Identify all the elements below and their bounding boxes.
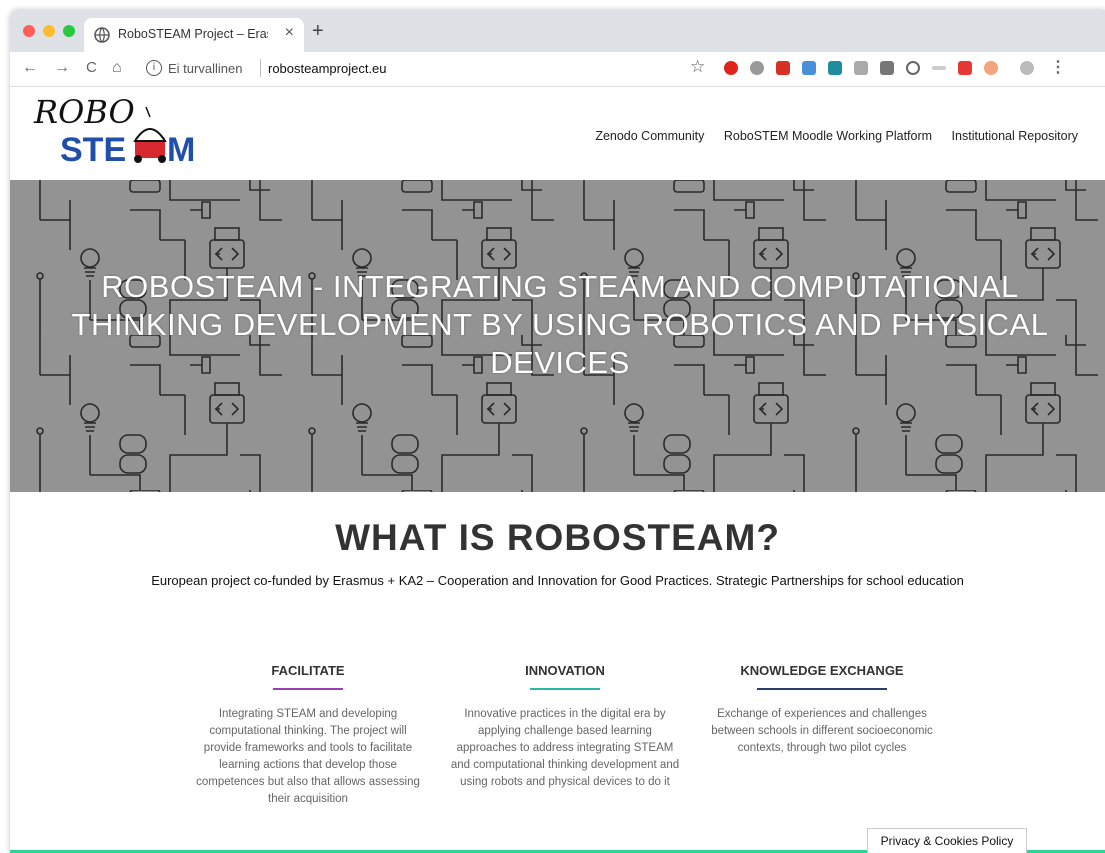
browser-toolbar: ← → C ⌂ i Ei turvallinen robosteamprojec…	[10, 52, 1105, 87]
back-button[interactable]: ←	[22, 59, 38, 77]
section-subtitle: European project co-funded by Erasmus + …	[151, 573, 964, 588]
close-window-button[interactable]	[23, 25, 35, 37]
feature-text: Integrating STEAM and developing computa…	[196, 708, 420, 805]
feature-column-innovation: INNOVATION Innovative practices in the d…	[450, 663, 680, 791]
forward-button[interactable]: →	[54, 59, 70, 77]
extension-icon[interactable]	[906, 61, 920, 75]
feature-title: FACILITATE	[271, 663, 345, 678]
web-page: ROBO STE M Zenodo Community RoboSTEM Moo…	[10, 87, 1105, 853]
address-bar[interactable]: i Ei turvallinen robosteamproject.eu	[140, 57, 695, 81]
tab-bar: RoboSTEAM Project – Erasmus+ × +	[10, 10, 1105, 52]
browser-tab[interactable]: RoboSTEAM Project – Erasmus+ ×	[84, 18, 304, 52]
feature-text: Innovative practices in the digital era …	[450, 708, 680, 788]
omnibox-divider	[260, 59, 261, 77]
main-nav: Zenodo Community RoboSTEM Moodle Working…	[579, 129, 1078, 143]
info-icon[interactable]: i	[146, 60, 162, 76]
svg-text:M: M	[167, 131, 195, 169]
drive-extension-icon[interactable]	[880, 61, 894, 75]
browser-menu-button[interactable]: ⋮	[1050, 59, 1066, 77]
feature-underline	[530, 688, 600, 690]
feature-text: Exchange of experiences and challenges b…	[711, 708, 933, 754]
extension-icon[interactable]	[958, 61, 972, 75]
feature-title: KNOWLEDGE EXCHANGE	[740, 663, 904, 678]
nav-moodle-platform[interactable]: RoboSTEM Moodle Working Platform	[724, 129, 932, 143]
dropbox-extension-icon[interactable]	[854, 61, 868, 75]
new-tab-button[interactable]: +	[312, 21, 324, 41]
hero-banner: ROBOSTEAM - INTEGRATING STEAM AND COMPUT…	[10, 180, 1105, 492]
nav-institutional-repository[interactable]: Institutional Repository	[952, 129, 1078, 143]
gmail-extension-icon[interactable]	[776, 61, 790, 75]
bookmark-star-icon[interactable]: ☆	[690, 58, 705, 76]
hero-title: ROBOSTEAM - INTEGRATING STEAM AND COMPUT…	[71, 269, 1049, 380]
minimize-window-button[interactable]	[43, 25, 55, 37]
section-title: WHAT IS ROBOSTEAM?	[335, 517, 780, 558]
feature-title: INNOVATION	[525, 663, 605, 678]
extension-icon[interactable]	[828, 61, 842, 75]
extension-icon[interactable]	[932, 66, 946, 70]
tab-close-button[interactable]: ×	[285, 24, 294, 42]
extension-icon[interactable]	[750, 61, 764, 75]
maximize-window-button[interactable]	[63, 25, 75, 37]
svg-text:STE: STE	[60, 131, 126, 169]
privacy-cookies-button[interactable]: Privacy & Cookies Policy	[867, 828, 1027, 853]
svg-text:ROBO: ROBO	[33, 93, 135, 131]
browser-window: RoboSTEAM Project – Erasmus+ × + ← → C ⌂…	[10, 10, 1105, 853]
extension-icon[interactable]	[984, 61, 998, 75]
robosteam-logo[interactable]: ROBO STE M	[30, 91, 220, 169]
feature-column-facilitate: FACILITATE Integrating STEAM and develop…	[193, 663, 423, 808]
feature-underline	[757, 688, 887, 690]
reload-button[interactable]: C	[86, 59, 97, 77]
translate-extension-icon[interactable]	[802, 61, 816, 75]
home-button[interactable]: ⌂	[112, 59, 122, 77]
globe-icon	[94, 27, 110, 43]
security-label: Ei turvallinen	[168, 61, 243, 76]
profile-avatar[interactable]	[1020, 61, 1034, 75]
opera-extension-icon[interactable]	[724, 61, 738, 75]
feature-underline	[273, 688, 343, 690]
url-text[interactable]: robosteamproject.eu	[268, 61, 387, 76]
feature-column-knowledge-exchange: KNOWLEDGE EXCHANGE Exchange of experienc…	[707, 663, 937, 757]
nav-zenodo-community[interactable]: Zenodo Community	[595, 129, 704, 143]
tab-title: RoboSTEAM Project – Erasmus+	[118, 27, 268, 41]
